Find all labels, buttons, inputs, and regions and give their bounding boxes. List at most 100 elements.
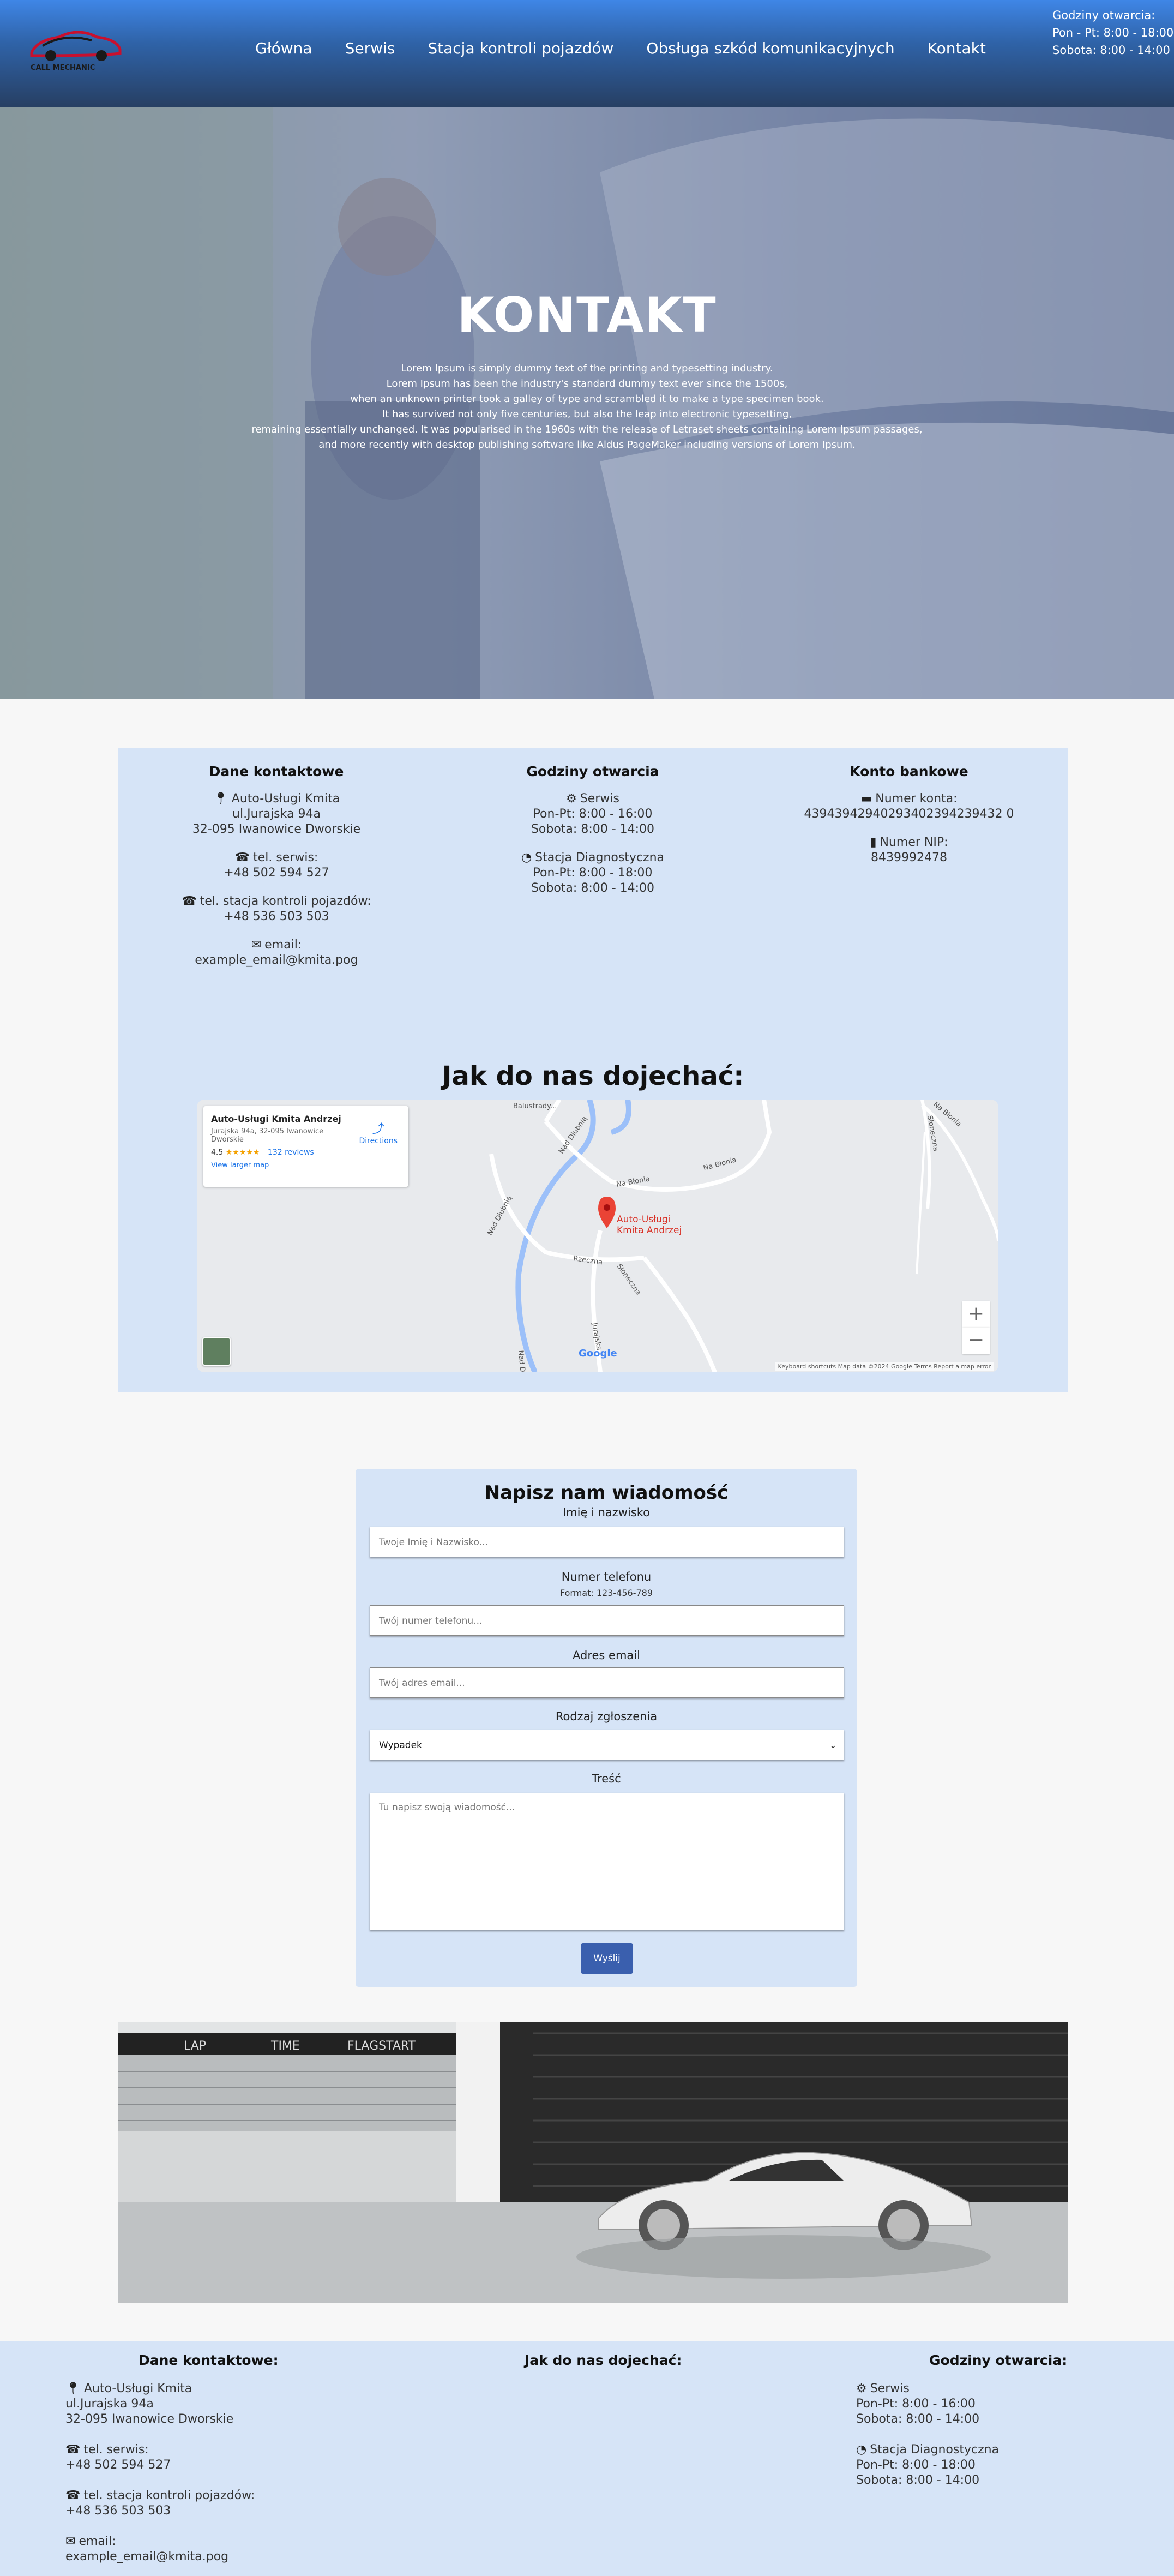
opening-hours-header: Godziny otwarcia: Pon - Pt: 8:00 - 18:00… bbox=[1052, 7, 1173, 59]
street: ul.Jurajska 94a bbox=[232, 807, 321, 821]
submit-button[interactable]: Wyślij bbox=[581, 1943, 633, 1974]
nav-link-inspection-station[interactable]: Stacja kontroli pojazdów bbox=[428, 39, 613, 57]
company-name: Auto-Usługi Kmita bbox=[231, 792, 340, 806]
photo-banner-text: TIME bbox=[270, 2039, 300, 2053]
message-label: Treść bbox=[592, 1772, 621, 1785]
directions-button[interactable]: ⤴ Directions bbox=[359, 1119, 398, 1145]
hours-saturday: Sobota: 8:00 - 14:00 bbox=[1052, 44, 1170, 57]
station-saturday: Sobota: 8:00 - 14:00 bbox=[531, 881, 655, 895]
station-name: Stacja Diagnostyczna bbox=[535, 851, 665, 864]
footer-service-phone-block: ☎ tel. serwis: +48 502 594 527 bbox=[65, 2442, 279, 2473]
opening-hours-title: Godziny otwarcia bbox=[526, 764, 659, 779]
phone-input[interactable]: Twój numer telefonu... bbox=[370, 1605, 844, 1636]
name-input[interactable]: Twoje Imię i Nazwisko... bbox=[370, 1527, 844, 1557]
zoom-in-button[interactable]: + bbox=[962, 1301, 990, 1328]
hero-line: and more recently with desktop publishin… bbox=[318, 439, 856, 451]
footer-station-phone-block: ☎ tel. stacja kontroli pojazdów: +48 536 … bbox=[65, 2488, 279, 2519]
photo-canvas: LAP TIME FLAGSTART bbox=[118, 2022, 1068, 2303]
garage-car-photo: LAP TIME FLAGSTART bbox=[118, 2022, 1068, 2303]
phone-label: Numer telefonu bbox=[561, 1570, 652, 1583]
nav-link-contact[interactable]: Kontakt bbox=[928, 39, 986, 57]
map-road-label: Balustrady... bbox=[513, 1102, 557, 1110]
request-type-select[interactable]: Wypadek ⌄ bbox=[370, 1730, 844, 1760]
footer-station-weekdays: Pon-Pt: 8:00 - 18:00 bbox=[856, 2458, 976, 2472]
station-weekdays: Pon-Pt: 8:00 - 18:00 bbox=[533, 866, 653, 880]
place-rating: 4.5 ★★★★★ 132 reviews bbox=[211, 1148, 401, 1157]
hero-line: Lorem Ipsum has been the industry's stan… bbox=[386, 378, 788, 389]
name-label: Imię i nazwisko bbox=[562, 1506, 650, 1519]
request-type-label: Rodzaj zgłoszenia bbox=[555, 1710, 658, 1723]
account-label: Numer konta: bbox=[875, 792, 958, 806]
footer-station-phone[interactable]: +48 536 503 503 bbox=[65, 2504, 171, 2518]
map-marker-icon: 📍︎ bbox=[65, 2382, 81, 2395]
photo-banner-text: FLAGSTART bbox=[347, 2039, 416, 2053]
nip-label: Numer NIP: bbox=[880, 836, 948, 849]
view-larger-map-link[interactable]: View larger map bbox=[211, 1161, 401, 1169]
form-title: Napisz nam wiadomość bbox=[484, 1482, 729, 1504]
city: 32-095 Iwanowice Dworskie bbox=[192, 822, 361, 836]
footer-directions-column: Jak do nas dojechać: bbox=[525, 2353, 682, 2381]
contact-details-column: Dane kontaktowe 📍︎ Auto-Usługi Kmita ul.J… bbox=[118, 764, 435, 981]
satellite-toggle[interactable] bbox=[202, 1337, 231, 1366]
reviews-link[interactable]: 132 reviews bbox=[268, 1148, 314, 1157]
gears-icon: ⚙ bbox=[856, 2382, 867, 2395]
footer-hours-column: Godziny otwarcia: ⚙ Serwis Pon-Pt: 8:00 -… bbox=[856, 2353, 1067, 2503]
station-phone[interactable]: +48 536 503 503 bbox=[224, 910, 329, 923]
gears-icon: ⚙ bbox=[566, 792, 577, 806]
logo[interactable]: CALL MECHANIC bbox=[26, 24, 124, 73]
footer-service-hours: ⚙ Serwis Pon-Pt: 8:00 - 16:00 Sobota: 8:0… bbox=[856, 2381, 1067, 2427]
station-hours-block: ◔ Stacja Diagnostyczna Pon-Pt: 8:00 - 18:… bbox=[435, 850, 751, 896]
nav-link-home[interactable]: Główna bbox=[255, 39, 312, 57]
footer-contact-column: Dane kontaktowe: 📍︎ Auto-Usługi Kmita ul.… bbox=[65, 2353, 279, 2576]
photo-banner-text: LAP bbox=[184, 2039, 206, 2053]
chevron-down-icon: ⌄ bbox=[829, 1740, 837, 1751]
place-address: Jurajska 94a, 32-095 Iwanowice Dworskie bbox=[211, 1127, 324, 1144]
google-logo: Google bbox=[579, 1348, 617, 1359]
directions-title: Jak do nas dojechać: bbox=[442, 1061, 744, 1091]
footer-service-phone[interactable]: +48 502 594 527 bbox=[65, 2458, 171, 2472]
phone-icon: ☎ bbox=[182, 894, 197, 908]
contact-details-title: Dane kontaktowe bbox=[209, 764, 344, 779]
footer-station-label: tel. stacja kontroli pojazdów: bbox=[83, 2489, 255, 2502]
map-pin-label[interactable]: Auto-Usługi Kmita Andrzej bbox=[617, 1214, 682, 1236]
footer-city: 32-095 Iwanowice Dworskie bbox=[65, 2412, 234, 2426]
envelope-icon: ✉ bbox=[65, 2535, 76, 2548]
credit-card-icon: ▬ bbox=[860, 792, 872, 806]
google-map-embed[interactable]: Balustrady... Nad Dłubnią Na Błonia Na B… bbox=[197, 1100, 998, 1372]
hours-weekdays: Pon - Pt: 8:00 - 18:00 bbox=[1052, 26, 1174, 39]
email-input[interactable]: Twój adres email... bbox=[370, 1667, 844, 1698]
service-hours-block: ⚙ Serwis Pon-Pt: 8:00 - 16:00 Sobota: 8:0… bbox=[435, 791, 751, 837]
footer-station-hours: ◔ Stacja Diagnostyczna Pon-Pt: 8:00 - 18:… bbox=[856, 2442, 1067, 2488]
service-saturday: Sobota: 8:00 - 14:00 bbox=[531, 822, 655, 836]
footer-email[interactable]: example_email@kmita.pog bbox=[65, 2550, 228, 2563]
car-logo-icon: CALL MECHANIC bbox=[30, 31, 122, 72]
station-phone-label: tel. stacja kontroli pojazdów: bbox=[200, 894, 371, 908]
nav-link-claims[interactable]: Obsługa szkód komunikacyjnych bbox=[646, 39, 894, 57]
phone-format-hint: Format: 123-456-789 bbox=[559, 1588, 653, 1598]
place-info-card: Auto-Usługi Kmita Andrzej Jurajska 94a, … bbox=[203, 1106, 408, 1187]
zoom-out-button[interactable]: − bbox=[962, 1328, 990, 1354]
pin-label-line: Auto-Usługi bbox=[617, 1214, 671, 1225]
email-link[interactable]: example_email@kmita.pog bbox=[195, 953, 358, 967]
phone-icon: ☎ bbox=[65, 2443, 81, 2457]
station-phone-block: ☎ tel. stacja kontroli pojazdów: +48 536 … bbox=[118, 894, 435, 924]
footer-directions-title[interactable]: Jak do nas dojechać: bbox=[525, 2353, 682, 2368]
opening-hours-column: Godziny otwarcia ⚙ Serwis Pon-Pt: 8:00 - … bbox=[435, 764, 751, 909]
footer-street: ul.Jurajska 94a bbox=[65, 2397, 154, 2411]
footer-service-label: tel. serwis: bbox=[83, 2443, 149, 2457]
service-phone[interactable]: +48 502 594 527 bbox=[224, 866, 329, 880]
footer-company: Auto-Usługi Kmita bbox=[83, 2382, 192, 2395]
footer-email-block: ✉ email: example_email@kmita.pog bbox=[65, 2534, 279, 2565]
nip-number: 8439992478 bbox=[871, 851, 947, 864]
hero-description: Lorem Ipsum is simply dummy text of the … bbox=[164, 361, 1010, 453]
service-weekdays: Pon-Pt: 8:00 - 16:00 bbox=[533, 807, 653, 821]
message-textarea[interactable]: Tu napisz swoją wiadomość... bbox=[370, 1793, 844, 1930]
main-menu: Główna Serwis Stacja kontroli pojazdów O… bbox=[255, 39, 1019, 57]
hero-line: when an unknown printer took a galley of… bbox=[350, 393, 824, 405]
hero-banner: KONTAKT Lorem Ipsum is simply dummy text… bbox=[0, 107, 1174, 699]
service-phone-block: ☎ tel. serwis: +48 502 594 527 bbox=[118, 850, 435, 881]
map-attribution[interactable]: Keyboard shortcuts Map data ©2024 Google… bbox=[774, 1362, 994, 1371]
nav-link-service[interactable]: Serwis bbox=[345, 39, 395, 57]
bank-account-column: Konto bankowe ▬ Numer konta: 439439429402… bbox=[751, 764, 1067, 879]
address-block: 📍︎ Auto-Usługi Kmita ul.Jurajska 94a 32-0… bbox=[118, 791, 435, 837]
